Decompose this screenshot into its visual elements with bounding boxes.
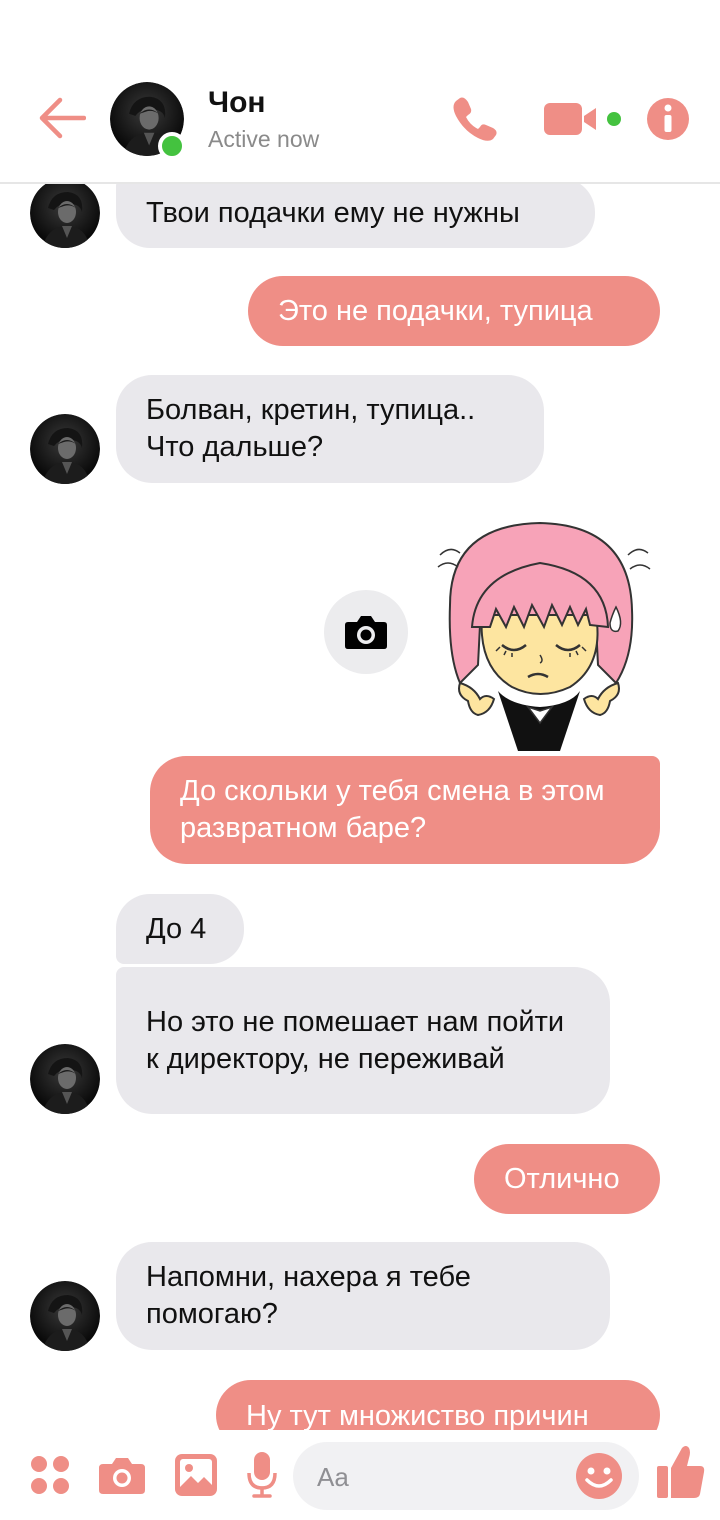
phone-icon[interactable] xyxy=(450,94,500,144)
message-composer: Aa xyxy=(0,1430,720,1520)
contact-status: Active now xyxy=(208,126,320,152)
sticker-image[interactable] xyxy=(420,515,660,755)
microphone-icon[interactable] xyxy=(246,1450,278,1500)
camera-icon[interactable] xyxy=(324,590,408,674)
apps-icon[interactable] xyxy=(30,1450,70,1500)
gallery-icon[interactable] xyxy=(174,1450,218,1500)
contact-avatar-small[interactable] xyxy=(30,1044,100,1114)
online-status-dot xyxy=(158,132,186,160)
info-icon[interactable] xyxy=(646,97,690,141)
contact-avatar-small[interactable] xyxy=(30,414,100,484)
video-camera-icon[interactable] xyxy=(544,100,624,138)
back-arrow-icon[interactable] xyxy=(38,96,86,140)
message-incoming[interactable]: Но это не помешает нам пойти к директору… xyxy=(116,967,610,1114)
camera-icon[interactable] xyxy=(98,1450,146,1500)
message-incoming[interactable]: До 4 xyxy=(116,894,244,964)
message-input-placeholder: Aa xyxy=(317,1462,349,1492)
message-incoming[interactable]: Напомни, нахера я тебе помогаю? xyxy=(116,1242,610,1350)
contact-avatar-small[interactable] xyxy=(30,178,100,248)
chat-header: Чон Active now xyxy=(0,0,720,184)
message-outgoing[interactable]: Отлично xyxy=(474,1144,660,1214)
contact-name[interactable]: Чон xyxy=(208,86,266,120)
emoji-icon[interactable] xyxy=(575,1452,623,1500)
message-incoming[interactable]: Твои подачки ему не нужны xyxy=(116,178,595,248)
thumbs-up-icon[interactable] xyxy=(656,1444,706,1500)
message-outgoing[interactable]: До скольки у тебя смена в этом развратно… xyxy=(150,756,660,864)
message-outgoing[interactable]: Это не подачки, тупица xyxy=(248,276,660,346)
message-incoming[interactable]: Болван, кретин, тупица.. Что дальше? xyxy=(116,375,544,483)
message-input[interactable]: Aa xyxy=(293,1442,639,1510)
contact-avatar-small[interactable] xyxy=(30,1281,100,1351)
